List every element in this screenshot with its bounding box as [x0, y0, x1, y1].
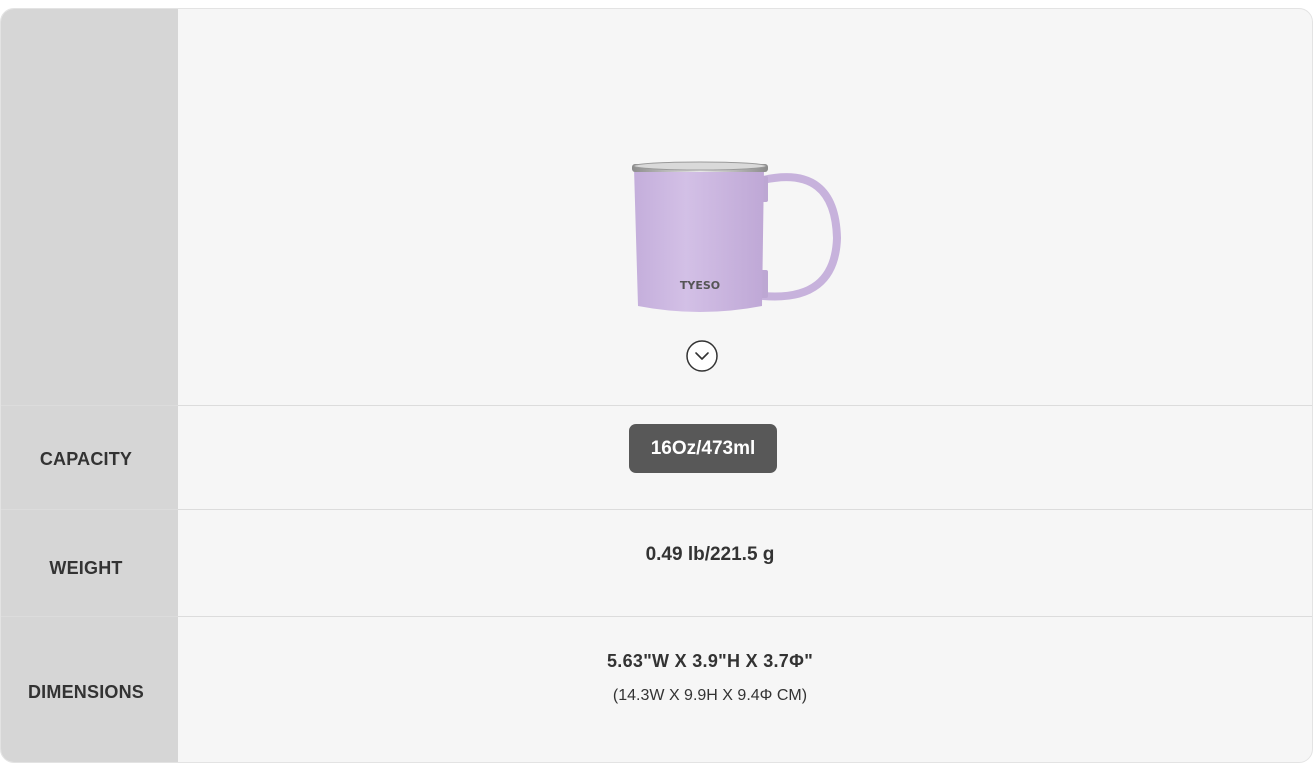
row-divider — [1, 509, 1312, 510]
capacity-label: CAPACITY — [39, 449, 133, 469]
row-divider — [1, 616, 1312, 617]
dimensions-metric-value: (14.3W X 9.9H X 9.4Φ CM) — [612, 687, 808, 704]
label-column — [1, 9, 178, 762]
dimensions-label: DIMENSIONS — [27, 682, 144, 702]
capacity-option-button[interactable]: 16Oz/473ml — [629, 424, 777, 473]
dimensions-imperial-value: 5.63"W X 3.9"H X 3.7Φ" — [606, 651, 814, 671]
mug-image: TYESO — [630, 152, 845, 312]
chevron-down-circle-icon[interactable] — [686, 340, 718, 372]
weight-label: WEIGHT — [49, 558, 123, 578]
row-divider — [1, 405, 1312, 406]
weight-value: 0.49 lb/221.5 g — [645, 544, 775, 565]
spec-table: CAPACITY WEIGHT DIMENSIONS — [0, 8, 1313, 763]
mug-brand-text: TYESO — [680, 279, 720, 292]
